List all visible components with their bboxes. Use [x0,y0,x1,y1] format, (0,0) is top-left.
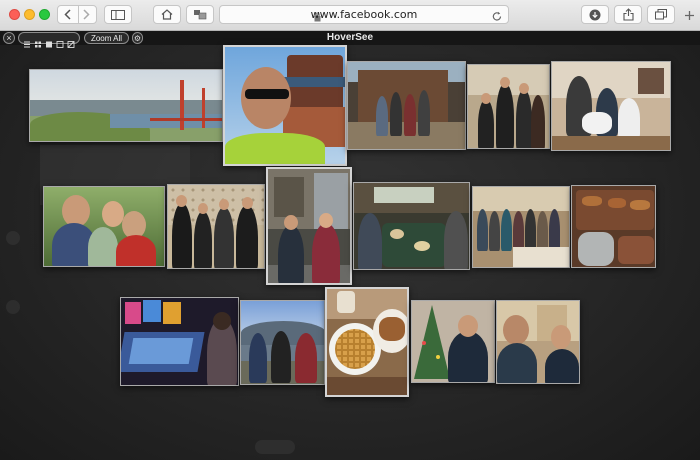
photo-father-son-selfie[interactable] [496,300,580,384]
hoversee-extension-button[interactable] [186,5,214,24]
photo-family-formal[interactable] [167,184,265,269]
chevron-left-icon[interactable] [58,9,77,20]
photo-family-hug[interactable] [43,186,165,267]
share-icon [622,8,634,21]
url-text: www.facebook.com [310,8,418,21]
photo-street-pair[interactable] [266,167,352,285]
overlay-title: HoverSee [326,32,374,43]
tabs-button[interactable] [647,5,675,24]
home-button[interactable] [153,5,181,24]
photo-selfie-temple[interactable] [223,45,347,166]
plus-icon[interactable] [685,7,694,25]
address-bar[interactable]: www.facebook.com [219,5,509,24]
photo-group-cabin[interactable] [347,61,466,150]
close-window-button[interactable] [9,9,20,20]
photo-family-with-dog[interactable] [551,61,671,151]
photo-christmas-tree[interactable] [411,300,495,383]
reload-icon[interactable] [492,9,502,27]
photo-golden-gate-bridge[interactable] [29,69,223,142]
sidebar-icon [111,9,125,20]
photo-waffles[interactable] [325,287,409,397]
photo-pinball-arcade[interactable] [120,297,239,386]
nav-divider [78,5,79,24]
home-icon [161,9,173,20]
hoversee-bar: × Zoom All ⚙ HoverSee [0,31,700,48]
photo-family-living-room[interactable] [467,64,550,149]
download-icon [589,9,601,21]
tabs-icon [655,9,667,20]
chevron-right-icon[interactable] [77,9,96,20]
nav-back-forward [57,5,97,24]
minimize-window-button[interactable] [24,9,35,20]
browser-toolbar: www.facebook.com [0,0,700,31]
hoversee-extension-icon [193,9,207,20]
share-button[interactable] [614,5,642,24]
sidebar-button[interactable] [104,5,132,24]
photo-dinner-table[interactable] [353,182,470,270]
zoom-window-button[interactable] [39,9,50,20]
photo-group-party[interactable] [472,186,570,268]
photo-food-platter[interactable] [571,185,656,268]
photo-mountain-group[interactable] [240,300,325,385]
downloads-button[interactable] [581,5,609,24]
